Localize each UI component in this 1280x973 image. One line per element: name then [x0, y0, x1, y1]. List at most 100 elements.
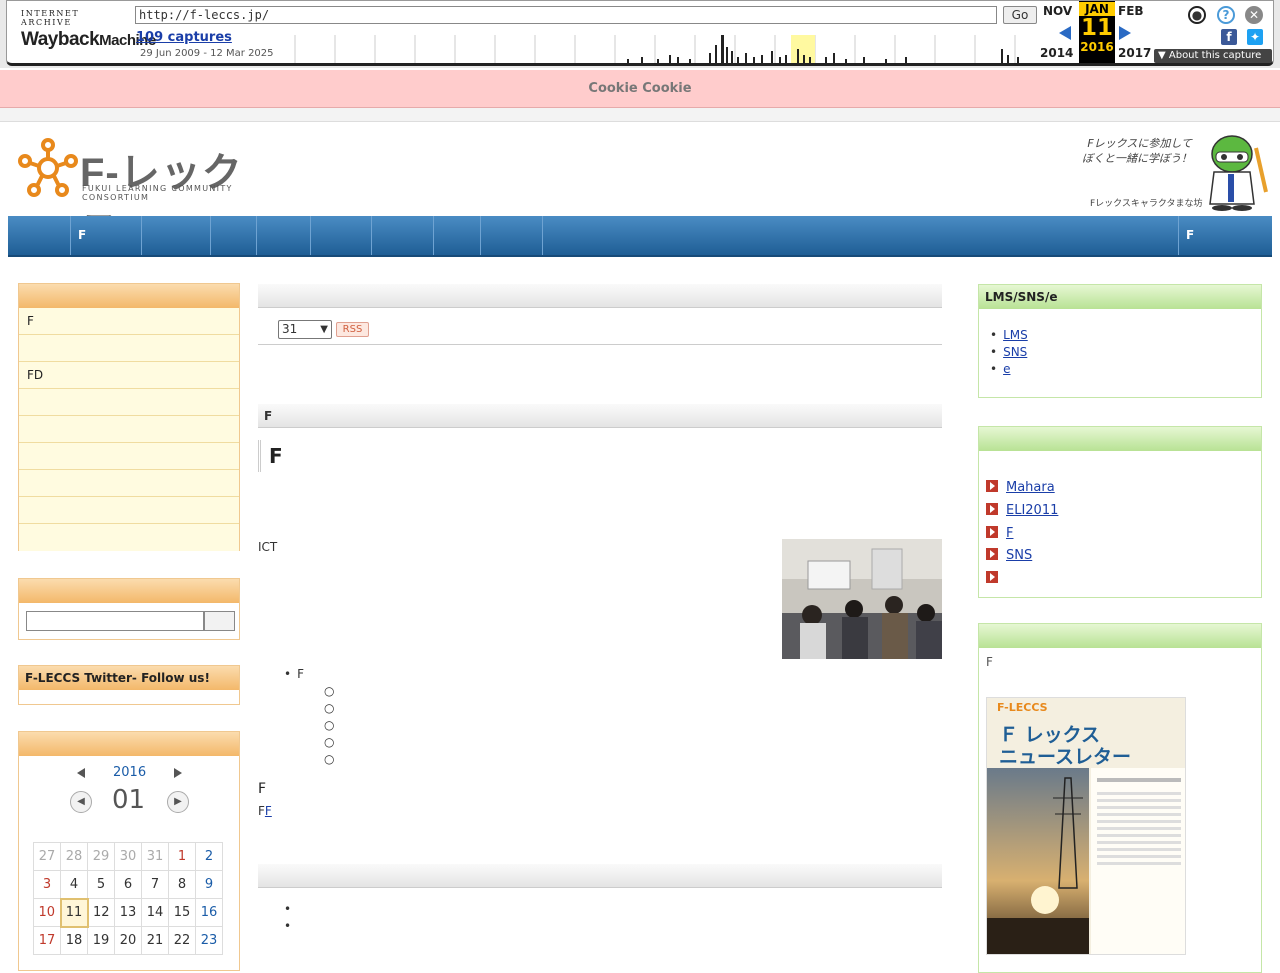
search-button[interactable]	[204, 611, 235, 631]
calendar-prev-year-icon[interactable]	[77, 768, 85, 778]
lms-item-2: • SNS	[990, 345, 1028, 359]
wayback-captures-link[interactable]: 109 captures	[136, 30, 232, 45]
calendar-next-month-icon[interactable]: ▶	[167, 791, 189, 813]
category-item-9[interactable]	[19, 524, 239, 551]
category-item-2[interactable]	[19, 335, 239, 362]
arrow-right-icon	[986, 503, 998, 515]
p4-pre: F	[258, 804, 265, 818]
lms-link-2[interactable]: SNS	[1003, 345, 1027, 359]
calendar-day[interactable]: 15	[168, 898, 196, 927]
nav-item-1[interactable]	[8, 216, 71, 255]
news-link-2[interactable]: ELI2011	[1006, 503, 1058, 518]
twitter-title[interactable]: F-LECCS Twitter- Follow us!	[19, 666, 239, 690]
category-item-3[interactable]: FD	[19, 362, 239, 389]
calendar-day[interactable]: 31	[141, 842, 169, 871]
calendar-day[interactable]: 13	[114, 898, 142, 927]
calendar-day[interactable]: 8	[168, 870, 196, 899]
wayback-current-date: JAN 11 2016	[1079, 1, 1115, 63]
calendar-day[interactable]: 7	[141, 870, 169, 899]
mascot-character-icon	[1209, 135, 1268, 211]
calendar-prev-month-icon[interactable]: ◀	[70, 791, 92, 813]
news-link-1[interactable]: Mahara	[1006, 480, 1055, 495]
category-item-5[interactable]	[19, 416, 239, 443]
wayback-url-input[interactable]: http://f-leccs.jp/	[135, 6, 997, 24]
calendar-day[interactable]: 6	[114, 870, 142, 899]
calendar-day[interactable]: 11	[59, 897, 89, 928]
mascot-caption: Fレックスキャラクタまな坊	[1090, 199, 1203, 209]
calendar-day[interactable]: 22	[168, 926, 196, 955]
lms-link-3[interactable]: e	[1003, 362, 1010, 376]
p4-link[interactable]: F	[265, 804, 272, 818]
nav-item-2[interactable]: F	[71, 216, 142, 255]
calendar-day[interactable]: 5	[87, 870, 115, 899]
wayback-prev-year[interactable]: 2014	[1040, 46, 1073, 60]
category-item-7[interactable]	[19, 470, 239, 497]
calendar-day[interactable]: 21	[141, 926, 169, 955]
wayback-next-year[interactable]: 2017	[1118, 46, 1151, 60]
nav-item-3[interactable]	[142, 216, 211, 255]
calendar-next-year-icon[interactable]	[174, 768, 182, 778]
calendar-day[interactable]: 2	[195, 842, 223, 871]
nav-item-8[interactable]	[434, 216, 481, 255]
facebook-icon[interactable]: f	[1221, 29, 1237, 45]
calendar-day[interactable]: 28	[60, 842, 88, 871]
wayback-prev-arrow-icon[interactable]	[1059, 26, 1071, 40]
news-link-3[interactable]: F	[1006, 526, 1013, 541]
lms-link-1[interactable]: LMS	[1003, 328, 1028, 342]
wayback-prev-month[interactable]: NOV	[1043, 4, 1072, 18]
calendar-day[interactable]: 17	[33, 926, 61, 955]
search-input[interactable]	[26, 611, 204, 631]
close-icon[interactable]: ✕	[1245, 6, 1263, 24]
about-sublist-item-1: ○	[324, 684, 335, 698]
site-logo[interactable]: F-レックス FUKUI LEARNING COMMUNITY CONSORTI…	[18, 136, 278, 253]
calendar-day[interactable]: 30	[114, 842, 142, 871]
wayback-next-arrow-icon[interactable]	[1119, 26, 1131, 40]
calendar-day[interactable]: 19	[87, 926, 115, 955]
category-item-1[interactable]: F	[19, 308, 239, 335]
wayback-go-button[interactable]: Go	[1003, 6, 1037, 24]
nav-item-5[interactable]	[257, 216, 311, 255]
rss-badge[interactable]: RSS	[336, 322, 369, 337]
category-item-6[interactable]	[19, 443, 239, 470]
about-list-head-text: F	[297, 667, 304, 681]
wayback-logo[interactable]: INTERNET ARCHIVE WaybackMachine	[21, 9, 156, 53]
about-sublist-item-3: ○	[324, 718, 335, 732]
calendar-day[interactable]: 29	[87, 842, 115, 871]
chevron-down-icon: ▼	[320, 324, 328, 335]
logo-subtitle: FUKUI LEARNING COMMUNITY CONSORTIUM	[82, 184, 233, 202]
about-sublist-item-2: ○	[324, 701, 335, 715]
calendar-day[interactable]: 12	[87, 898, 115, 927]
nav-item-6[interactable]	[311, 216, 372, 255]
calendar-day[interactable]: 20	[114, 926, 142, 955]
twitter-icon[interactable]: ✦	[1247, 29, 1263, 45]
nav-item-9[interactable]	[481, 216, 543, 255]
calendar-day[interactable]: 23	[195, 926, 223, 955]
category-title	[19, 284, 239, 308]
wayback-about-capture[interactable]: ▼ About this capture	[1154, 49, 1272, 63]
nav-item-4[interactable]	[211, 216, 257, 255]
wayback-next-month[interactable]: FEB	[1118, 4, 1144, 18]
nav-item-7[interactable]	[372, 216, 434, 255]
calendar-day[interactable]: 4	[60, 870, 88, 899]
calendar-day[interactable]: 9	[195, 870, 223, 899]
calendar-day[interactable]: 14	[141, 898, 169, 927]
display-select[interactable]: 31 ▼	[278, 320, 332, 339]
help-icon[interactable]: ?	[1217, 6, 1235, 24]
newsletter-image[interactable]: F-LECCS Ｆ レックス ニュースレター	[986, 697, 1186, 955]
category-item-4[interactable]	[19, 389, 239, 416]
lms-list: • LMS • SNS • e	[990, 327, 1028, 378]
news-link-4[interactable]: SNS	[1006, 548, 1032, 563]
mascot-speech-line2: ぼくと一緒に学ぼう！	[1082, 152, 1192, 165]
wayback-sparkline[interactable]	[285, 31, 1045, 63]
nav-item-right[interactable]: F	[1178, 216, 1272, 255]
calendar-day[interactable]: 3	[33, 870, 61, 899]
about-box-title: F	[258, 404, 942, 428]
site-notice	[0, 108, 1280, 122]
user-icon[interactable]: ●	[1188, 6, 1206, 24]
calendar-day[interactable]: 27	[33, 842, 61, 871]
calendar-day[interactable]: 1	[168, 842, 196, 871]
calendar-day[interactable]: 10	[33, 898, 61, 927]
category-item-8[interactable]	[19, 497, 239, 524]
calendar-day[interactable]: 16	[195, 898, 223, 927]
calendar-day[interactable]: 18	[60, 926, 88, 955]
